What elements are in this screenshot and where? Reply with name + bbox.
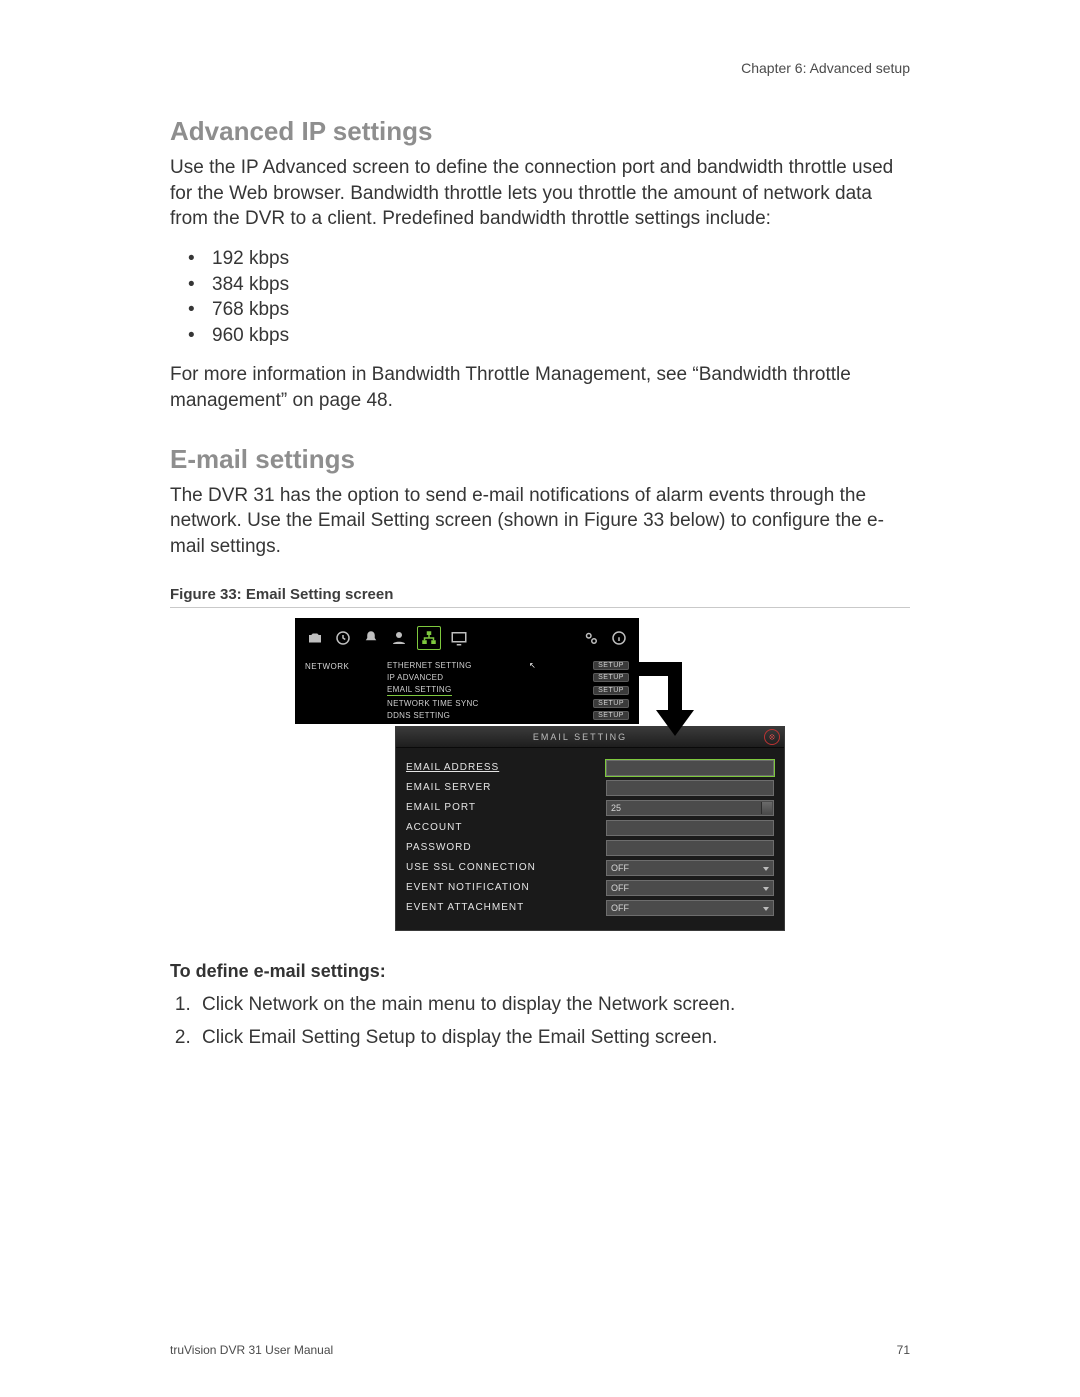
menu-row-label: DDNS SETTING [387, 711, 450, 720]
field-row-account: ACCOUNT [406, 820, 774, 836]
top-icon-bar [295, 626, 639, 656]
ip-bandwidth-list: 192 kbps 384 kbps 768 kbps 960 kbps [170, 246, 910, 349]
menu-row-label: NETWORK TIME SYNC [387, 699, 479, 708]
password-input[interactable] [606, 840, 774, 856]
steps-list: Click Network on the main menu to displa… [170, 992, 910, 1051]
email-window-titlebar: EMAIL SETTING ⦻ [396, 727, 784, 748]
field-row-email-address: EMAIL ADDRESS [406, 760, 774, 776]
list-item: 384 kbps [188, 272, 910, 298]
info-icon[interactable] [609, 628, 629, 648]
field-row-event-notification: EVENT NOTIFICATION OFF [406, 880, 774, 896]
user-icon[interactable] [389, 628, 409, 648]
page-footer: truVision DVR 31 User Manual 71 [170, 1343, 910, 1357]
field-label: EMAIL SERVER [406, 782, 606, 793]
step-item: Click Email Setting Setup to display the… [196, 1025, 910, 1051]
setup-button[interactable]: SETUP [593, 673, 629, 682]
document-page: Chapter 6: Advanced setup Advanced IP se… [0, 0, 1080, 1397]
subheading-define-email: To define e-mail settings: [170, 961, 910, 982]
setup-button[interactable]: SETUP [593, 699, 629, 708]
field-label: PASSWORD [406, 842, 606, 853]
field-label: ACCOUNT [406, 822, 606, 833]
list-item: 192 kbps [188, 246, 910, 272]
email-server-input[interactable] [606, 780, 774, 796]
email-window-title: EMAIL SETTING [396, 732, 764, 742]
network-tab-label: NETWORK [305, 660, 387, 722]
footer-page-number: 71 [897, 1343, 910, 1357]
field-label: EMAIL ADDRESS [406, 762, 606, 773]
menu-row-email-setting[interactable]: EMAIL SETTING SETUP [387, 684, 629, 698]
menu-row-ethernet[interactable]: ETHERNET SETTING ↖ SETUP [387, 660, 629, 672]
cursor-icon: ↖ [528, 661, 536, 670]
callout-arrow [638, 662, 688, 748]
camera-icon[interactable] [305, 628, 325, 648]
field-row-email-server: EMAIL SERVER [406, 780, 774, 796]
setup-button[interactable]: SETUP [593, 661, 629, 670]
field-row-ssl: USE SSL CONNECTION OFF [406, 860, 774, 876]
field-label: EVENT NOTIFICATION [406, 882, 606, 893]
figure-caption: Figure 33: Email Setting screen [170, 586, 910, 603]
paragraph-ip-more: For more information in Bandwidth Thrott… [170, 362, 910, 413]
figure-rule [170, 607, 910, 608]
network-submenu: NETWORK ETHERNET SETTING ↖ SETUP IP ADVA… [295, 656, 639, 724]
figure-screenshot: NETWORK ETHERNET SETTING ↖ SETUP IP ADVA… [170, 618, 910, 931]
menu-row-ddns[interactable]: DDNS SETTING SETUP [387, 710, 629, 722]
monitor-icon[interactable] [449, 628, 469, 648]
list-item: 768 kbps [188, 297, 910, 323]
field-label: EVENT ATTACHMENT [406, 902, 606, 913]
heading-advanced-ip: Advanced IP settings [170, 116, 910, 147]
field-row-email-port: EMAIL PORT 25 [406, 800, 774, 816]
email-setting-window: EMAIL SETTING ⦻ EMAIL ADDRESS EMAIL SERV… [395, 726, 785, 931]
menu-row-label: ETHERNET SETTING [387, 661, 472, 670]
network-menu-window: NETWORK ETHERNET SETTING ↖ SETUP IP ADVA… [295, 618, 639, 724]
gears-icon[interactable] [581, 628, 601, 648]
field-label: USE SSL CONNECTION [406, 862, 606, 873]
field-label: EMAIL PORT [406, 802, 606, 813]
menu-row-label: IP ADVANCED [387, 673, 443, 682]
close-icon[interactable]: ⦻ [764, 729, 780, 745]
account-input[interactable] [606, 820, 774, 836]
list-item: 960 kbps [188, 323, 910, 349]
step-item: Click Network on the main menu to displa… [196, 992, 910, 1018]
bell-icon[interactable] [361, 628, 381, 648]
menu-row-time-sync[interactable]: NETWORK TIME SYNC SETUP [387, 698, 629, 710]
chapter-header: Chapter 6: Advanced setup [741, 60, 910, 76]
menu-row-ip-advanced[interactable]: IP ADVANCED SETUP [387, 672, 629, 684]
ssl-dropdown[interactable]: OFF [606, 860, 774, 876]
footer-manual-title: truVision DVR 31 User Manual [170, 1343, 333, 1357]
email-port-stepper[interactable]: 25 [606, 800, 774, 816]
field-row-event-attachment: EVENT ATTACHMENT OFF [406, 900, 774, 916]
network-icon[interactable] [417, 626, 441, 650]
clock-icon[interactable] [333, 628, 353, 648]
field-row-password: PASSWORD [406, 840, 774, 856]
paragraph-email-intro: The DVR 31 has the option to send e-mail… [170, 483, 910, 560]
menu-row-label: EMAIL SETTING [387, 685, 452, 696]
event-attachment-dropdown[interactable]: OFF [606, 900, 774, 916]
setup-button[interactable]: SETUP [593, 711, 629, 720]
event-notification-dropdown[interactable]: OFF [606, 880, 774, 896]
paragraph-ip-intro: Use the IP Advanced screen to define the… [170, 155, 910, 232]
email-address-input[interactable] [606, 760, 774, 776]
heading-email-settings: E-mail settings [170, 444, 910, 475]
setup-button[interactable]: SETUP [593, 686, 629, 695]
